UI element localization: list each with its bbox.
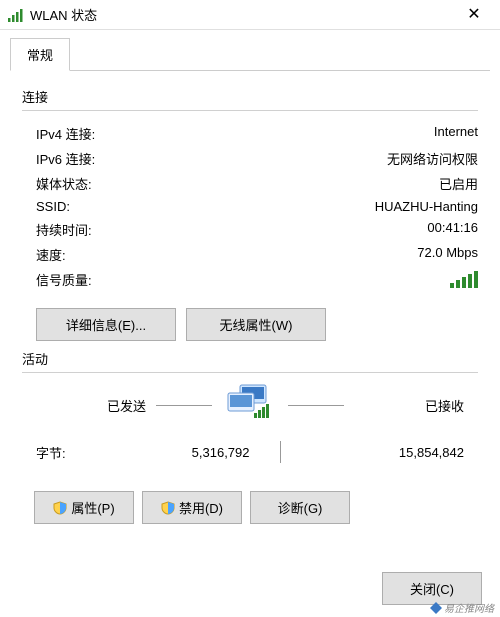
divider [22, 110, 478, 111]
signal-label: 信号质量: [36, 270, 92, 291]
properties-button[interactable]: 属性(P) [34, 491, 134, 524]
sent-label: 已发送 [36, 396, 146, 415]
tab-separator [10, 70, 490, 71]
bytes-sent-value: 5,316,792 [96, 445, 280, 460]
shield-icon [53, 501, 67, 515]
watermark: 易企推网络 [430, 600, 494, 615]
window-title: WLAN 状态 [30, 5, 454, 24]
ipv4-value: Internet [434, 124, 478, 143]
disable-button[interactable]: 禁用(D) [142, 491, 242, 524]
divider [156, 405, 212, 406]
diagnose-button[interactable]: 诊断(G) [250, 491, 350, 524]
properties-label: 属性(P) [71, 498, 114, 517]
media-value: 已启用 [439, 174, 478, 193]
close-button[interactable]: ✕ [454, 1, 494, 29]
speed-value: 72.0 Mbps [417, 245, 478, 264]
signal-icon [8, 8, 24, 22]
logo-icon [430, 602, 442, 614]
ipv6-label: IPv6 连接: [36, 149, 95, 168]
divider [22, 372, 478, 373]
computers-icon [222, 383, 278, 427]
ipv6-value: 无网络访问权限 [387, 149, 478, 168]
shield-icon [161, 501, 175, 515]
wireless-properties-button[interactable]: 无线属性(W) [186, 308, 326, 341]
connection-group: 连接 IPv4 连接: Internet IPv6 连接: 无网络访问权限 媒体… [22, 87, 478, 341]
divider [288, 405, 344, 406]
ssid-label: SSID: [36, 199, 70, 214]
signal-value [450, 270, 478, 291]
media-label: 媒体状态: [36, 174, 92, 193]
disable-label: 禁用(D) [179, 498, 223, 517]
watermark-text: 易企推网络 [444, 600, 494, 615]
received-label: 已接收 [354, 396, 464, 415]
ipv4-label: IPv4 连接: [36, 124, 95, 143]
ssid-value: HUAZHU-Hanting [375, 199, 478, 214]
bytes-received-value: 15,854,842 [281, 445, 465, 460]
connection-group-title: 连接 [22, 87, 478, 106]
signal-bars-icon [450, 270, 478, 288]
speed-label: 速度: [36, 245, 66, 264]
duration-value: 00:41:16 [427, 220, 478, 239]
activity-group-title: 活动 [22, 349, 478, 368]
bytes-label: 字节: [36, 443, 96, 462]
tab-general[interactable]: 常规 [10, 38, 70, 71]
activity-group: 活动 已发送 已接收 字节: [22, 349, 478, 524]
duration-label: 持续时间: [36, 220, 92, 239]
details-button[interactable]: 详细信息(E)... [36, 308, 176, 341]
